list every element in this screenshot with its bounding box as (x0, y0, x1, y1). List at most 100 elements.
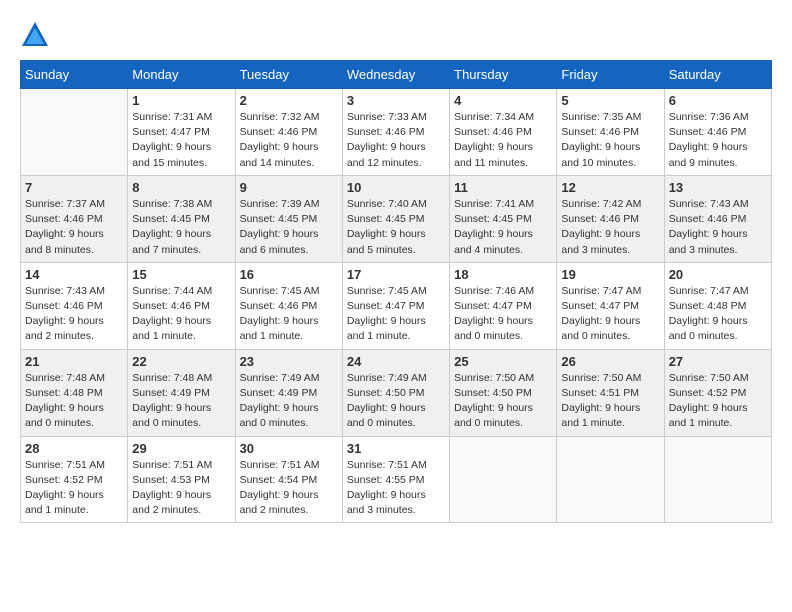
calendar-cell: 2 Sunrise: 7:32 AMSunset: 4:46 PMDaylight… (235, 89, 342, 176)
calendar-week-row: 28 Sunrise: 7:51 AMSunset: 4:52 PMDayligh… (21, 436, 772, 523)
weekday-header-tuesday: Tuesday (235, 61, 342, 89)
day-number: 26 (561, 354, 659, 369)
calendar-cell (21, 89, 128, 176)
day-info: Sunrise: 7:51 AMSunset: 4:55 PMDaylight:… (347, 458, 445, 519)
day-info: Sunrise: 7:31 AMSunset: 4:47 PMDaylight:… (132, 110, 230, 171)
day-number: 14 (25, 267, 123, 282)
day-number: 30 (240, 441, 338, 456)
weekday-header-friday: Friday (557, 61, 664, 89)
weekday-header-sunday: Sunday (21, 61, 128, 89)
day-number: 11 (454, 180, 552, 195)
calendar-week-row: 7 Sunrise: 7:37 AMSunset: 4:46 PMDaylight… (21, 175, 772, 262)
day-number: 28 (25, 441, 123, 456)
day-number: 22 (132, 354, 230, 369)
day-number: 29 (132, 441, 230, 456)
page-header (20, 20, 772, 50)
day-info: Sunrise: 7:45 AMSunset: 4:46 PMDaylight:… (240, 284, 338, 345)
calendar-cell: 27 Sunrise: 7:50 AMSunset: 4:52 PMDayligh… (664, 349, 771, 436)
day-number: 25 (454, 354, 552, 369)
day-info: Sunrise: 7:43 AMSunset: 4:46 PMDaylight:… (25, 284, 123, 345)
calendar-week-row: 1 Sunrise: 7:31 AMSunset: 4:47 PMDaylight… (21, 89, 772, 176)
day-info: Sunrise: 7:48 AMSunset: 4:48 PMDaylight:… (25, 371, 123, 432)
calendar-cell: 1 Sunrise: 7:31 AMSunset: 4:47 PMDaylight… (128, 89, 235, 176)
calendar-cell: 25 Sunrise: 7:50 AMSunset: 4:50 PMDayligh… (450, 349, 557, 436)
calendar-cell: 20 Sunrise: 7:47 AMSunset: 4:48 PMDayligh… (664, 262, 771, 349)
calendar-cell: 5 Sunrise: 7:35 AMSunset: 4:46 PMDaylight… (557, 89, 664, 176)
day-info: Sunrise: 7:33 AMSunset: 4:46 PMDaylight:… (347, 110, 445, 171)
calendar-cell: 26 Sunrise: 7:50 AMSunset: 4:51 PMDayligh… (557, 349, 664, 436)
calendar-cell (664, 436, 771, 523)
calendar-cell: 19 Sunrise: 7:47 AMSunset: 4:47 PMDayligh… (557, 262, 664, 349)
calendar-cell (450, 436, 557, 523)
calendar-cell: 16 Sunrise: 7:45 AMSunset: 4:46 PMDayligh… (235, 262, 342, 349)
weekday-header-row: SundayMondayTuesdayWednesdayThursdayFrid… (21, 61, 772, 89)
weekday-header-saturday: Saturday (664, 61, 771, 89)
day-info: Sunrise: 7:43 AMSunset: 4:46 PMDaylight:… (669, 197, 767, 258)
day-info: Sunrise: 7:42 AMSunset: 4:46 PMDaylight:… (561, 197, 659, 258)
day-number: 10 (347, 180, 445, 195)
calendar-cell: 28 Sunrise: 7:51 AMSunset: 4:52 PMDayligh… (21, 436, 128, 523)
day-number: 9 (240, 180, 338, 195)
day-number: 31 (347, 441, 445, 456)
day-number: 5 (561, 93, 659, 108)
calendar-cell: 3 Sunrise: 7:33 AMSunset: 4:46 PMDaylight… (342, 89, 449, 176)
calendar-week-row: 21 Sunrise: 7:48 AMSunset: 4:48 PMDayligh… (21, 349, 772, 436)
calendar-cell: 15 Sunrise: 7:44 AMSunset: 4:46 PMDayligh… (128, 262, 235, 349)
calendar-cell: 12 Sunrise: 7:42 AMSunset: 4:46 PMDayligh… (557, 175, 664, 262)
calendar-cell: 4 Sunrise: 7:34 AMSunset: 4:46 PMDaylight… (450, 89, 557, 176)
calendar-cell: 21 Sunrise: 7:48 AMSunset: 4:48 PMDayligh… (21, 349, 128, 436)
day-number: 12 (561, 180, 659, 195)
day-number: 18 (454, 267, 552, 282)
day-number: 3 (347, 93, 445, 108)
day-info: Sunrise: 7:32 AMSunset: 4:46 PMDaylight:… (240, 110, 338, 171)
day-info: Sunrise: 7:50 AMSunset: 4:52 PMDaylight:… (669, 371, 767, 432)
day-number: 23 (240, 354, 338, 369)
day-info: Sunrise: 7:44 AMSunset: 4:46 PMDaylight:… (132, 284, 230, 345)
calendar-cell: 17 Sunrise: 7:45 AMSunset: 4:47 PMDayligh… (342, 262, 449, 349)
day-number: 15 (132, 267, 230, 282)
day-info: Sunrise: 7:51 AMSunset: 4:54 PMDaylight:… (240, 458, 338, 519)
calendar-cell: 11Sunrise: 7:41 AMSunset: 4:45 PMDayligh… (450, 175, 557, 262)
day-number: 7 (25, 180, 123, 195)
calendar-cell: 8 Sunrise: 7:38 AMSunset: 4:45 PMDaylight… (128, 175, 235, 262)
day-info: Sunrise: 7:38 AMSunset: 4:45 PMDaylight:… (132, 197, 230, 258)
weekday-header-monday: Monday (128, 61, 235, 89)
day-number: 21 (25, 354, 123, 369)
day-number: 20 (669, 267, 767, 282)
day-number: 4 (454, 93, 552, 108)
calendar-cell: 9Sunrise: 7:39 AMSunset: 4:45 PMDaylight… (235, 175, 342, 262)
logo-icon (20, 20, 50, 50)
day-info: Sunrise: 7:51 AMSunset: 4:52 PMDaylight:… (25, 458, 123, 519)
calendar-week-row: 14 Sunrise: 7:43 AMSunset: 4:46 PMDayligh… (21, 262, 772, 349)
calendar-cell: 22Sunrise: 7:48 AMSunset: 4:49 PMDayligh… (128, 349, 235, 436)
day-number: 24 (347, 354, 445, 369)
calendar-cell: 31 Sunrise: 7:51 AMSunset: 4:55 PMDayligh… (342, 436, 449, 523)
day-info: Sunrise: 7:46 AMSunset: 4:47 PMDaylight:… (454, 284, 552, 345)
calendar-cell: 6Sunrise: 7:36 AMSunset: 4:46 PMDaylight… (664, 89, 771, 176)
day-number: 17 (347, 267, 445, 282)
day-info: Sunrise: 7:35 AMSunset: 4:46 PMDaylight:… (561, 110, 659, 171)
day-number: 1 (132, 93, 230, 108)
day-info: Sunrise: 7:47 AMSunset: 4:47 PMDaylight:… (561, 284, 659, 345)
day-info: Sunrise: 7:50 AMSunset: 4:50 PMDaylight:… (454, 371, 552, 432)
day-number: 19 (561, 267, 659, 282)
logo (20, 20, 54, 50)
calendar-cell: 23Sunrise: 7:49 AMSunset: 4:49 PMDayligh… (235, 349, 342, 436)
day-info: Sunrise: 7:51 AMSunset: 4:53 PMDaylight:… (132, 458, 230, 519)
day-info: Sunrise: 7:47 AMSunset: 4:48 PMDaylight:… (669, 284, 767, 345)
day-info: Sunrise: 7:45 AMSunset: 4:47 PMDaylight:… (347, 284, 445, 345)
day-info: Sunrise: 7:37 AMSunset: 4:46 PMDaylight:… (25, 197, 123, 258)
calendar-cell: 14 Sunrise: 7:43 AMSunset: 4:46 PMDayligh… (21, 262, 128, 349)
weekday-header-thursday: Thursday (450, 61, 557, 89)
day-info: Sunrise: 7:34 AMSunset: 4:46 PMDaylight:… (454, 110, 552, 171)
day-number: 16 (240, 267, 338, 282)
day-number: 27 (669, 354, 767, 369)
weekday-header-wednesday: Wednesday (342, 61, 449, 89)
day-info: Sunrise: 7:36 AMSunset: 4:46 PMDaylight:… (669, 110, 767, 171)
calendar-cell: 24 Sunrise: 7:49 AMSunset: 4:50 PMDayligh… (342, 349, 449, 436)
day-number: 2 (240, 93, 338, 108)
day-info: Sunrise: 7:50 AMSunset: 4:51 PMDaylight:… (561, 371, 659, 432)
day-info: Sunrise: 7:49 AMSunset: 4:50 PMDaylight:… (347, 371, 445, 432)
calendar-cell: 18 Sunrise: 7:46 AMSunset: 4:47 PMDayligh… (450, 262, 557, 349)
day-number: 8 (132, 180, 230, 195)
